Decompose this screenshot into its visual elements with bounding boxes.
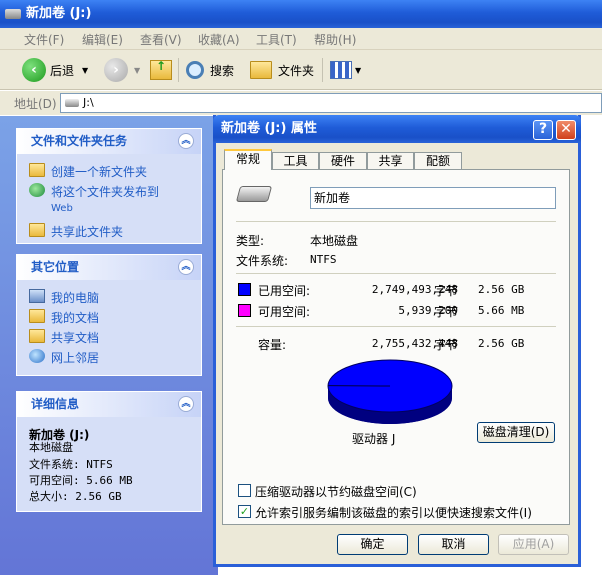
views-button[interactable]: ▼ <box>330 56 361 84</box>
disk-usage-pie <box>327 359 453 424</box>
up-folder-icon: ↑ <box>150 59 172 80</box>
back-arrow-icon: ‹ <box>22 58 46 82</box>
chevron-down-icon[interactable]: ▼ <box>82 66 88 75</box>
free-size: 5.66 MB <box>478 304 525 317</box>
globe-icon <box>29 183 45 197</box>
used-label: 已用空间: <box>258 284 311 298</box>
folder-icon <box>250 61 272 79</box>
menu-view[interactable]: 查看(V) <box>140 31 182 48</box>
details-type: 本地磁盘 <box>29 441 73 454</box>
details-total-size: 总大小: 2.56 GB <box>29 490 122 503</box>
filesystem-label: 文件系统: <box>236 254 289 268</box>
capacity-size: 2.56 GB <box>478 337 525 350</box>
address-value: J:\ <box>83 96 94 109</box>
up-folder-button[interactable]: ↑ <box>150 56 172 84</box>
file-tasks-panel: 文件和文件夹任务 ︽ 创建一个新文件夹 将这个文件夹发布到 Web 共享此文件夹 <box>16 128 202 244</box>
menu-favorites[interactable]: 收藏(A) <box>198 31 240 48</box>
tab-general[interactable]: 常规 <box>224 149 272 170</box>
used-unit: 字节 <box>434 284 459 298</box>
menu-help[interactable]: 帮助(H) <box>314 31 356 48</box>
used-color-swatch <box>238 283 251 296</box>
tab-sharing[interactable]: 共享 <box>367 152 414 170</box>
documents-folder-icon <box>29 309 45 323</box>
place-my-computer[interactable]: 我的电脑 <box>29 289 99 306</box>
shared-folder-icon <box>29 223 45 237</box>
search-icon <box>186 61 204 79</box>
forward-arrow-icon: › <box>104 58 128 82</box>
views-icon <box>330 61 352 79</box>
toolbar: ‹ 后退 ▼ › ▼ ↑ 搜索 文件夹 ▼ <box>0 50 602 90</box>
collapse-icon[interactable]: ︽ <box>178 259 194 275</box>
task-new-folder[interactable]: 创建一个新文件夹 <box>29 163 147 180</box>
address-label: 地址(D) <box>14 97 57 111</box>
menu-bar: 文件(F) 编辑(E) 查看(V) 收藏(A) 工具(T) 帮助(H) <box>0 28 602 50</box>
filesystem-value: NTFS <box>310 253 337 266</box>
tab-quota[interactable]: 配额 <box>414 152 462 170</box>
type-label: 类型: <box>236 234 265 248</box>
other-places-panel: 其它位置 ︽ 我的电脑 我的文档 共享文档 网上邻居 <box>16 254 202 376</box>
apply-button[interactable]: 应用(A) <box>498 534 569 555</box>
dialog-title: 新加卷 (J:) 属性 <box>221 121 317 136</box>
other-places-header[interactable]: 其它位置 ︽ <box>17 255 201 280</box>
back-label: 后退 <box>50 63 75 78</box>
computer-icon <box>29 289 45 303</box>
volume-name-input[interactable]: 新加卷 <box>310 187 556 209</box>
check-icon: ✓ <box>239 505 250 518</box>
disk-cleanup-button[interactable]: 磁盘清理(D) <box>477 422 555 443</box>
shared-documents-icon <box>29 329 45 343</box>
new-folder-icon <box>29 163 45 177</box>
collapse-icon[interactable]: ︽ <box>178 133 194 149</box>
file-tasks-header[interactable]: 文件和文件夹任务 ︽ <box>17 129 201 154</box>
collapse-icon[interactable]: ︽ <box>178 396 194 412</box>
compress-label: 压缩驱动器以节约磁盘空间(C) <box>255 485 417 499</box>
drive-icon <box>65 99 79 107</box>
address-input[interactable]: J:\ <box>60 93 602 113</box>
details-header[interactable]: 详细信息 ︽ <box>17 392 201 417</box>
chevron-down-icon[interactable]: ▼ <box>134 66 140 75</box>
menu-file[interactable]: 文件(F) <box>24 31 64 48</box>
dialog-title-bar[interactable]: 新加卷 (J:) 属性 ? ✕ <box>213 115 581 143</box>
task-share-folder[interactable]: 共享此文件夹 <box>29 223 123 240</box>
free-unit: 字节 <box>434 305 459 319</box>
folders-label: 文件夹 <box>278 63 315 78</box>
details-filesystem: 文件系统: NTFS <box>29 458 113 471</box>
forward-button[interactable]: › ▼ <box>104 56 140 84</box>
drive-label: 驱动器 J <box>352 432 396 446</box>
free-label: 可用空间: <box>258 305 311 319</box>
close-button[interactable]: ✕ <box>556 120 576 140</box>
ok-button[interactable]: 确定 <box>337 534 408 555</box>
capacity-label: 容量: <box>258 338 287 352</box>
back-button[interactable]: ‹ 后退 ▼ <box>22 56 88 84</box>
search-label: 搜索 <box>210 63 235 78</box>
type-value: 本地磁盘 <box>310 234 359 248</box>
help-button[interactable]: ? <box>533 120 553 140</box>
window-title-bar[interactable]: 新加卷 (J:) <box>0 0 602 28</box>
capacity-unit: 字节 <box>434 338 459 352</box>
drive-icon <box>235 186 273 202</box>
index-checkbox[interactable]: ✓ <box>238 505 251 518</box>
search-button[interactable]: 搜索 <box>186 56 234 84</box>
menu-tools[interactable]: 工具(T) <box>256 31 297 48</box>
details-panel: 详细信息 ︽ 新加卷 (J:) 本地磁盘 文件系统: NTFS 可用空间: 5.6… <box>16 391 202 512</box>
tab-hardware[interactable]: 硬件 <box>319 152 367 170</box>
index-label: 允许索引服务编制该磁盘的索引以便快速搜索文件(I) <box>255 506 532 520</box>
menu-edit[interactable]: 编辑(E) <box>82 31 123 48</box>
used-size: 2.56 GB <box>478 283 525 296</box>
chevron-down-icon[interactable]: ▼ <box>355 66 361 75</box>
free-color-swatch <box>238 304 251 317</box>
drive-icon <box>5 9 21 19</box>
folders-button[interactable]: 文件夹 <box>250 56 314 84</box>
task-publish-web[interactable]: 将这个文件夹发布到 Web <box>29 183 159 214</box>
compress-checkbox[interactable] <box>238 484 251 497</box>
network-icon <box>29 349 45 363</box>
address-bar: 地址(D) J:\ <box>0 91 602 115</box>
place-shared-documents[interactable]: 共享文档 <box>29 329 99 346</box>
place-my-documents[interactable]: 我的文档 <box>29 309 99 326</box>
cancel-button[interactable]: 取消 <box>418 534 489 555</box>
window-title: 新加卷 (J:) <box>26 6 92 21</box>
tab-tools[interactable]: 工具 <box>272 152 319 170</box>
place-network[interactable]: 网上邻居 <box>29 349 99 366</box>
details-free-space: 可用空间: 5.66 MB <box>29 474 133 487</box>
